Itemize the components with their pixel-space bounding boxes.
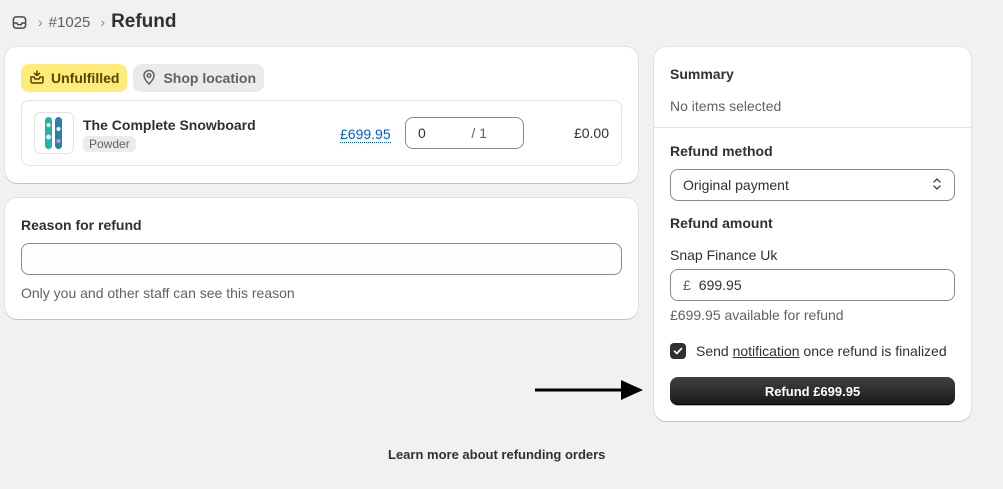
breadcrumb-order-link[interactable]: #1025	[49, 14, 91, 31]
divider	[654, 127, 971, 128]
amount-value: 699.95	[698, 277, 742, 293]
payment-provider: Snap Finance Uk	[670, 247, 778, 263]
refund-quantity-input[interactable]: 0 / 1	[405, 117, 524, 149]
notify-text: Send notification once refund is finaliz…	[696, 343, 947, 359]
chevron-right-icon: ›	[38, 14, 43, 30]
notify-checkbox-row[interactable]: Send notification once refund is finaliz…	[670, 343, 947, 359]
variant-badge: Powder	[83, 136, 136, 152]
select-chevrons-icon	[932, 177, 942, 194]
quantity-max: / 1	[471, 125, 487, 141]
refund-method-select[interactable]: Original payment	[670, 169, 955, 201]
reason-input[interactable]	[21, 243, 622, 275]
fulfillment-box-icon	[29, 69, 45, 88]
selection-text: No items selected	[670, 98, 782, 114]
arrow-right-icon	[535, 379, 645, 404]
location-badge: Shop location	[133, 64, 264, 92]
notification-link[interactable]: notification	[733, 343, 800, 359]
quantity-value: 0	[418, 125, 426, 141]
location-pin-icon	[141, 69, 157, 88]
refund-method-value: Original payment	[683, 177, 789, 193]
reason-card: Reason for refund Only you and other sta…	[5, 198, 638, 319]
unfulfilled-badge: Unfulfilled	[21, 64, 128, 92]
fulfillment-card: Unfulfilled Shop location The Complete S…	[5, 47, 638, 183]
line-total: £0.00	[573, 125, 609, 141]
currency-symbol: £	[683, 277, 691, 293]
reason-title: Reason for refund	[21, 217, 142, 233]
refund-button[interactable]: Refund £699.95	[670, 377, 955, 405]
line-item: The Complete Snowboard Powder £699.95 0 …	[21, 100, 622, 166]
notify-suffix: once refund is finalized	[803, 343, 947, 359]
summary-title: Summary	[670, 66, 734, 82]
breadcrumb: › #1025 › Refund	[12, 10, 177, 34]
available-text: £699.95 available for refund	[670, 307, 844, 323]
fulfillment-badges: Unfulfilled Shop location	[21, 64, 264, 92]
inbox-icon[interactable]	[12, 14, 28, 30]
refund-amount-label: Refund amount	[670, 215, 773, 231]
learn-more-link[interactable]: Learn more about refunding orders	[388, 447, 605, 462]
refund-amount-input[interactable]: £ 699.95	[670, 269, 955, 301]
summary-card: Summary No items selected Refund method …	[654, 47, 971, 421]
checkmark-icon	[673, 347, 683, 355]
reason-help-text: Only you and other staff can see this re…	[21, 285, 295, 301]
chevron-right-icon: ›	[100, 14, 106, 30]
unit-price[interactable]: £699.95	[340, 126, 391, 143]
notify-prefix: Send	[696, 343, 729, 359]
unfulfilled-label: Unfulfilled	[51, 70, 120, 86]
refund-method-label: Refund method	[670, 143, 773, 159]
page-title: Refund	[111, 11, 177, 32]
notify-checkbox[interactable]	[670, 343, 686, 359]
product-thumbnail	[34, 112, 74, 154]
location-label: Shop location	[163, 70, 256, 86]
product-name[interactable]: The Complete Snowboard	[83, 117, 256, 133]
